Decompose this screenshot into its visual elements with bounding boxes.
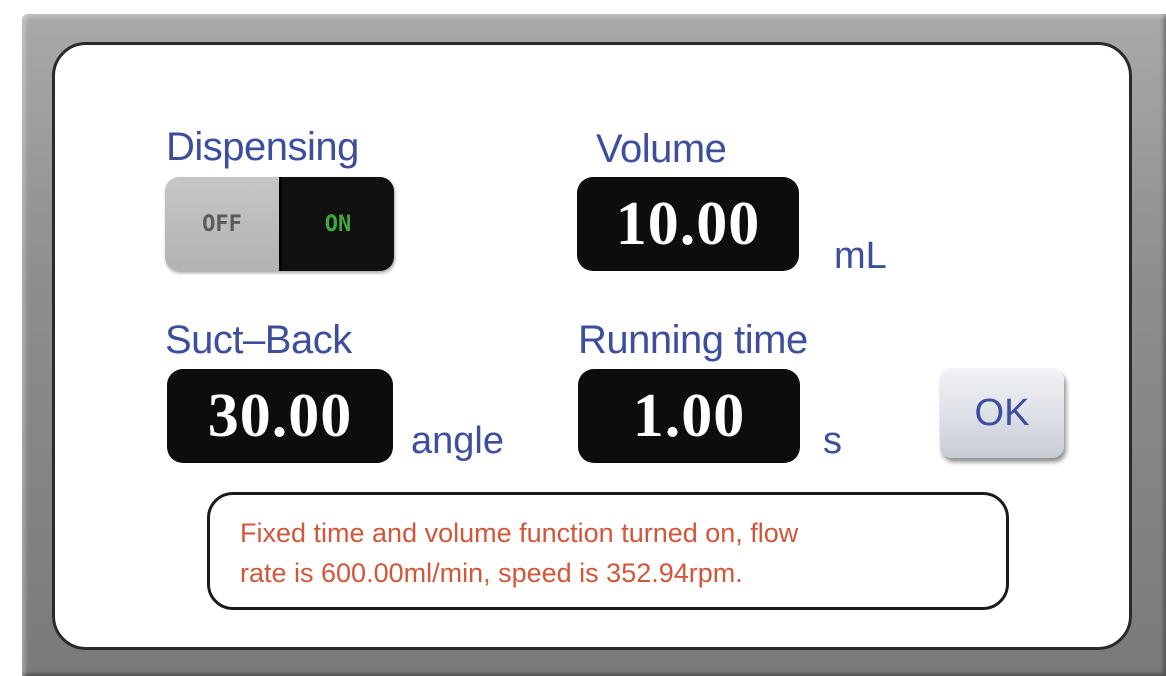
dispensing-toggle[interactable]: OFF ON (165, 177, 394, 271)
volume-input[interactable]: 10.00 (577, 177, 799, 271)
volume-unit: mL (834, 235, 887, 277)
toggle-off-option[interactable]: OFF (165, 177, 279, 271)
running-time-input[interactable]: 1.00 (578, 369, 800, 463)
ok-button[interactable]: OK (940, 368, 1064, 458)
status-message-line-2: rate is 600.00ml/min, speed is 352.94rpm… (240, 558, 743, 588)
volume-label: Volume (596, 127, 727, 171)
suct-back-input[interactable]: 30.00 (167, 369, 393, 463)
status-message-box: Fixed time and volume function turned on… (207, 492, 1009, 610)
running-time-label: Running time (578, 318, 808, 362)
dispensing-label: Dispensing (166, 125, 359, 169)
running-time-unit: s (823, 420, 842, 462)
status-message-line-1: Fixed time and volume function turned on… (240, 518, 799, 548)
suct-back-label: Suct–Back (165, 318, 352, 362)
suct-back-unit: angle (411, 420, 504, 462)
toggle-on-option[interactable]: ON (279, 177, 394, 271)
